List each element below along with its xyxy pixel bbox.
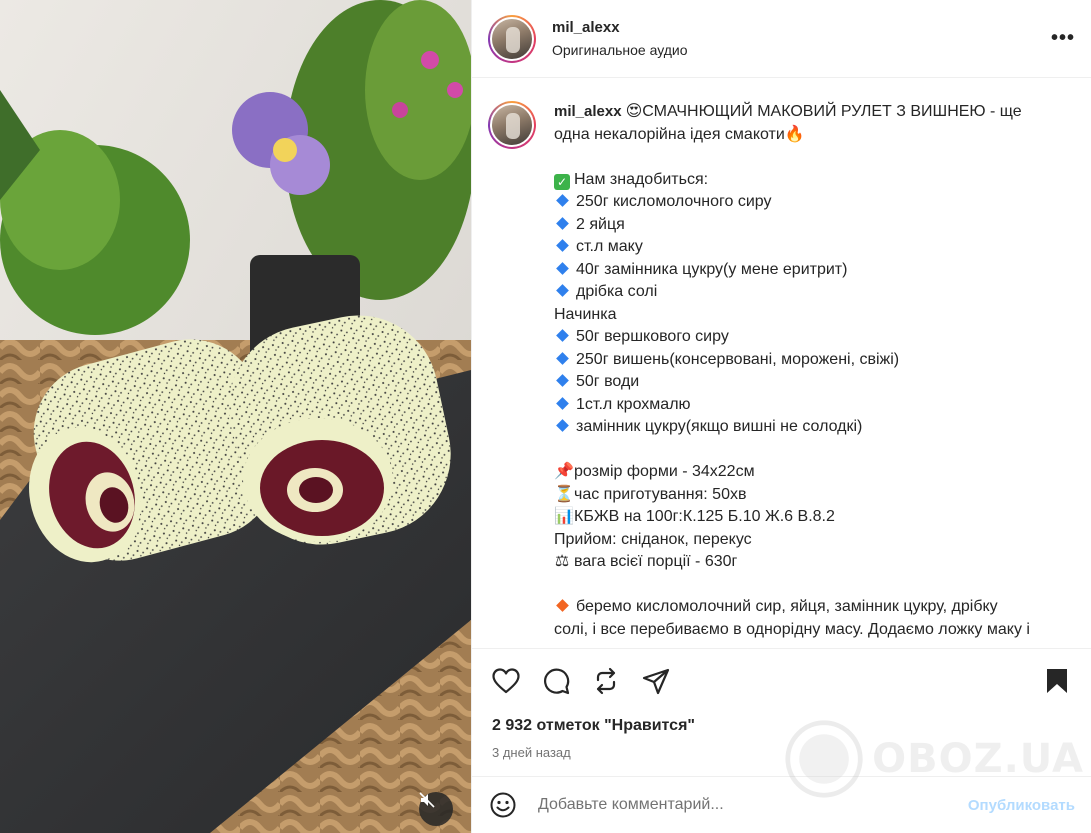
fire-icon: 🔥 [784,125,805,143]
blue-diamond-icon [556,261,569,275]
mute-button[interactable] [419,792,453,826]
check-icon: ✓ [554,173,570,190]
post-actions: 2 932 отметок "Нравится" 3 дней назад [472,648,1091,776]
caption-line: одна некалорійна ідея смакоти [554,125,785,143]
ingredient-item: 1ст.л крохмалю [576,395,691,413]
caption-line: Прийом: сніданок, перекус [554,530,752,548]
heart-eyes-icon: 😍 [625,103,643,120]
post-details-panel: mil_alexx Оригинальное аудио ••• mil_ale… [471,0,1091,833]
caption-line: Начинка [554,305,617,323]
orange-diamond-icon [556,599,569,612]
avatar[interactable] [488,14,536,63]
ingredient-item: 250г вишень(консервовані, морожені, свіж… [576,350,900,368]
caption-line: СМАЧНЮЩИЙ МАКОВИЙ РУЛЕТ З ВИШНЕЮ - ще [642,103,1022,120]
bar-chart-icon: 📊 [554,508,574,525]
food-photo [0,0,471,833]
blue-diamond-icon [556,351,569,365]
blue-diamond-icon [556,216,569,230]
ingredient-item: 2 яйця [576,215,625,233]
repost-icon[interactable] [588,663,624,699]
ingredient-item: дрібка солі [576,283,658,300]
blue-diamond-icon [556,396,569,410]
more-icon[interactable]: ••• [1051,27,1075,50]
caption-line: час приготування: 50хв [574,485,747,503]
caption-line: беремо кисломолочний сир, яйця, замінник… [576,598,998,615]
caption-line: вага всієї порції - 630г [574,553,738,570]
comment-input[interactable] [538,796,968,814]
emoji-icon[interactable] [488,790,518,820]
audio-label[interactable]: Оригинальное аудио [552,42,1051,58]
blue-diamond-icon [556,374,569,387]
pushpin-icon: 📌 [554,463,574,480]
post-media[interactable] [0,0,471,833]
blue-diamond-icon [556,419,569,432]
blue-diamond-icon [556,194,569,207]
bookmark-icon[interactable] [1039,663,1075,699]
caption-line: КБЖВ на 100г:К.125 Б.10 Ж.6 В.8.2 [574,508,835,525]
blue-diamond-icon [556,284,569,297]
likes-count[interactable]: 2 932 отметок "Нравится" [492,717,1075,735]
ingredient-item: 50г води [576,373,640,390]
blue-diamond-icon [556,239,569,252]
ingredient-item: замінник цукру(якщо вишні не солодкі) [576,418,863,435]
author-username[interactable]: mil_alexx [552,19,1051,36]
post-date[interactable]: 3 дней назад [492,745,1075,760]
caption-scroll[interactable]: mil_alexx 😍СМАЧНЮЩИЙ МАКОВИЙ РУЛЕТ З ВИШН… [472,79,1091,648]
post-header: mil_alexx Оригинальное аудио ••• [472,0,1091,78]
scales-icon: ⚖ [554,553,570,570]
comment-icon[interactable] [538,663,574,699]
caption-line: Нам знадобиться: [574,170,709,188]
avatar[interactable] [488,101,536,149]
comment-bar: Опубликовать [472,776,1091,833]
caption-username[interactable]: mil_alexx [554,103,622,120]
share-icon[interactable] [638,663,674,699]
ingredient-item: 50г вершкового сиру [576,328,729,345]
caption-text: mil_alexx 😍СМАЧНЮЩИЙ МАКОВИЙ РУЛЕТ З ВИШН… [554,101,1074,641]
caption-line: солі, і все перебиваємо в однорідну масу… [554,620,1030,638]
caption-line: розмір форми - 34х22см [574,463,755,480]
ingredient-item: ст.л маку [576,238,643,255]
ingredient-item: 250г кисломолочного сиру [576,193,772,210]
hourglass-icon: ⏳ [554,485,574,503]
ingredient-item: 40г замінника цукру(у мене еритрит) [576,260,848,278]
heart-icon[interactable] [488,663,524,699]
publish-button[interactable]: Опубликовать [968,797,1075,814]
blue-diamond-icon [556,329,569,342]
